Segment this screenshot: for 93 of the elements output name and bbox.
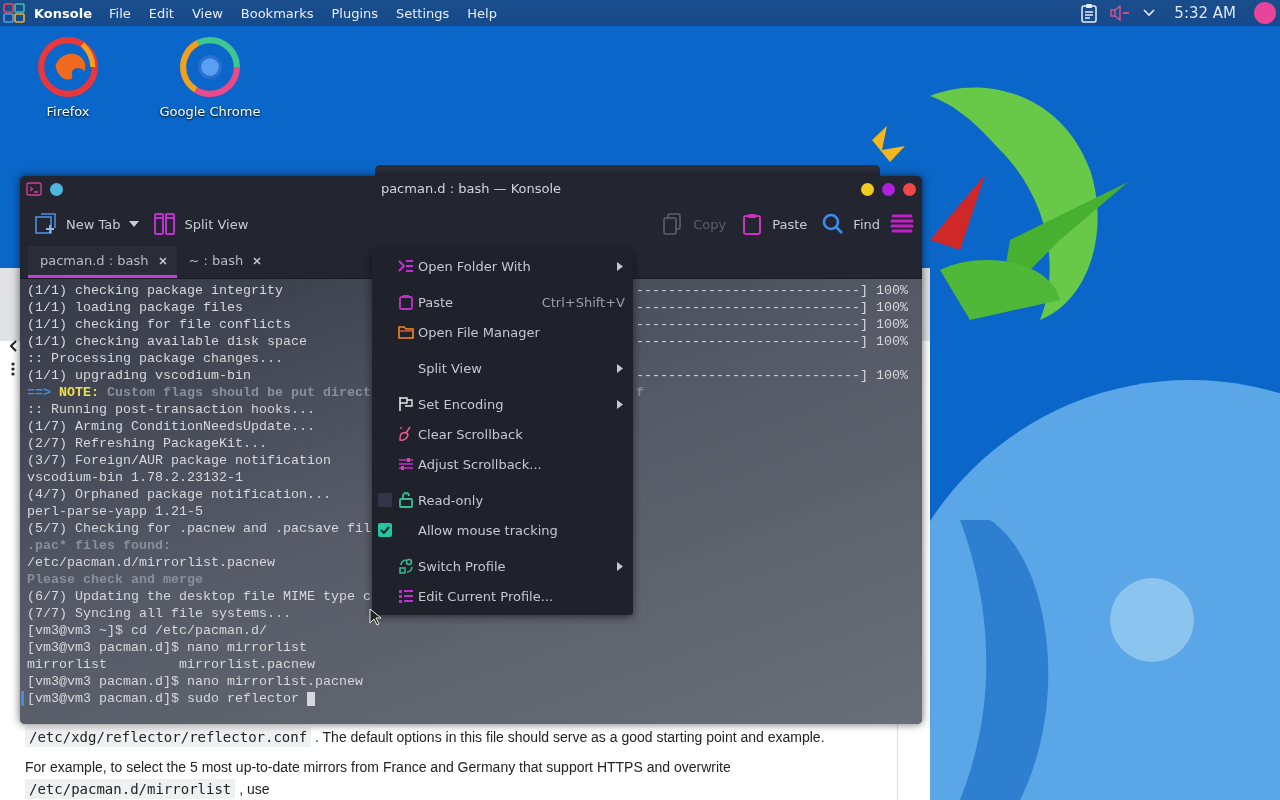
- broom-icon: [398, 426, 414, 442]
- checkbox[interactable]: [378, 493, 392, 507]
- menu-item[interactable]: Split View: [372, 353, 633, 383]
- paragraph-text: For example, to select the 5 most up-to-date mirrors from France and Germany that support HTTPS and overwrite /etc/pacman.d/mirrorlist , use: [25, 758, 732, 800]
- terminal-line: :: Running post-transaction hooks...: [27, 401, 315, 418]
- menu-item[interactable]: Allow mouse tracking: [372, 515, 633, 545]
- terminal-line: (1/1) checking package integrity: [27, 282, 283, 299]
- terminal-line: (1/1) checking for file conflicts: [27, 316, 291, 333]
- desktop-shortcut[interactable]: Google Chrome: [150, 36, 270, 119]
- open-with-icon: [398, 258, 414, 274]
- checklist-icon: [398, 588, 414, 604]
- split-view-icon: [152, 212, 177, 236]
- terminal-line: perl-parse-yapp 1.21-5: [27, 503, 203, 520]
- menu-item[interactable]: Switch Profile: [372, 551, 633, 581]
- tab-label[interactable]: ~ : bash: [188, 253, 244, 268]
- maximize-button[interactable]: [882, 182, 895, 196]
- menu-item[interactable]: Bookmarks: [231, 0, 323, 26]
- chevron-down-icon[interactable]: [1142, 8, 1157, 18]
- folder-icon: [398, 324, 414, 340]
- text-cursor: [306, 692, 315, 706]
- menu-item[interactable]: Edit Current Profile...: [372, 581, 633, 611]
- menu-item[interactable]: File: [100, 0, 140, 26]
- clipboard-icon[interactable]: [1080, 3, 1099, 23]
- terminal-text: ----------------------------] 100%: [636, 282, 908, 299]
- close-button[interactable]: [903, 182, 916, 196]
- terminal-line: (1/1) upgrading vscodium-bin: [27, 367, 251, 384]
- terminal-line: ==> NOTE: Custom flags should be put direct: [27, 384, 371, 401]
- terminal-line: mirrorlist mirrorlist.pacnew: [27, 656, 315, 673]
- terminal-line: [vm3@vm3 ~]$ cd /etc/pacman.d/: [27, 622, 267, 639]
- menu-item[interactable]: Open Folder With: [372, 251, 633, 281]
- tab[interactable]: ~ : bash: [176, 246, 272, 278]
- terminal-line: [vm3@vm3 pacman.d]$ sudo reflector: [27, 690, 300, 707]
- menu-item[interactable]: Help: [458, 0, 506, 26]
- app-name[interactable]: Konsole: [26, 5, 100, 21]
- chevron-left-icon[interactable]: [8, 339, 18, 353]
- menu-item[interactable]: Read-only: [372, 485, 633, 515]
- terminal-line: (3/7) Foreign/AUR package notification: [27, 452, 331, 469]
- terminal-icon[interactable]: [26, 182, 42, 196]
- menu-item[interactable]: Set Encoding: [372, 389, 633, 419]
- terminal-line: .pac* files found:: [27, 537, 171, 554]
- tab-label[interactable]: pacman.d : bash: [40, 253, 149, 268]
- toolbar-button[interactable]: Split View: [148, 208, 253, 240]
- lock-icon: [398, 492, 414, 508]
- terminal-line: (5/7) Checking for .pacnew and .pacsave fil: [27, 520, 371, 537]
- terminal-line: vscodium-bin 1.78.2.23132-1: [27, 469, 243, 486]
- menu-item[interactable]: Paste Ctrl+Shift+V: [372, 287, 633, 317]
- spike-drawing: [872, 126, 905, 162]
- tab[interactable]: pacman.d : bash: [28, 246, 177, 278]
- new-tab-icon: [34, 212, 58, 236]
- terminal-line: (7/7) Syncing all file systems...: [27, 605, 291, 622]
- terminal-line: (2/7) Refreshing PackageKit...: [27, 435, 267, 452]
- checkmark-icon: [380, 526, 390, 534]
- sliders-icon: [398, 456, 414, 472]
- flag-icon: [398, 396, 414, 412]
- ring-icon: [179, 36, 241, 98]
- pin-button[interactable]: [50, 182, 63, 196]
- menu-icon[interactable]: [890, 213, 914, 235]
- terminal-line: /etc/pacman.d/mirrorlist.pacnew: [27, 554, 275, 571]
- terminal-text: ----------------------------] 100%: [636, 299, 908, 316]
- flame-ring-icon: [37, 36, 99, 98]
- checkbox[interactable]: [378, 523, 392, 537]
- menu-item[interactable]: Adjust Scrollback...: [372, 449, 633, 479]
- desktop-shortcut[interactable]: Firefox: [8, 36, 128, 119]
- profile-switch-icon: [398, 558, 414, 574]
- close-icon[interactable]: [158, 256, 167, 265]
- toolbar-button[interactable]: Paste: [736, 208, 812, 240]
- clock[interactable]: 5:32 AM: [1174, 4, 1236, 22]
- menu-item[interactable]: Plugins: [322, 0, 387, 26]
- terminal-line: (6/7) Updating the desktop file MIME type c: [27, 588, 371, 605]
- terminal-line: [vm3@vm3 pacman.d]$ nano mirrorlist: [27, 639, 307, 656]
- menu-item[interactable]: Settings: [387, 0, 459, 26]
- toolbar-button[interactable]: New Tab: [30, 208, 143, 240]
- terminal-line: (1/1) loading package files: [27, 299, 243, 316]
- terminal-text: ----------------------------] 100%: [636, 316, 908, 333]
- window-title: pacman.d : bash — Konsole: [380, 181, 562, 196]
- clipboard-icon: [398, 294, 414, 310]
- paragraph-text: /etc/xdg/reflector/reflector.conf . The default options in this file should serve as a good starting point and example.: [25, 726, 867, 748]
- terminal-line: (1/1) checking available disk space: [27, 333, 307, 350]
- terminal-line: :: Processing package changes...: [27, 350, 283, 367]
- app-launcher-icon[interactable]: [2, 1, 26, 25]
- terminal-line: (1/7) Arming ConditionNeedsUpdate...: [27, 418, 315, 435]
- terminal-line: [vm3@vm3 pacman.d]$ nano mirrorlist.pacnew: [27, 673, 363, 690]
- terminal-line: (4/7) Orphaned package notification...: [27, 486, 331, 503]
- menu-item[interactable]: View: [182, 0, 232, 26]
- toolbar-button[interactable]: Find: [817, 208, 884, 240]
- terminal-text: ----------------------------] 100%: [636, 333, 908, 350]
- minimize-button[interactable]: [861, 182, 874, 196]
- shortcut-text: Ctrl+Shift+V: [541, 294, 625, 310]
- close-icon[interactable]: [253, 256, 262, 265]
- menu-item[interactable]: Edit: [139, 0, 183, 26]
- menu-item[interactable]: Open File Manager: [372, 317, 633, 347]
- terminal-text: ----------------------------] 100%: [636, 367, 908, 384]
- menu-item[interactable]: Clear Scrollback: [372, 419, 633, 449]
